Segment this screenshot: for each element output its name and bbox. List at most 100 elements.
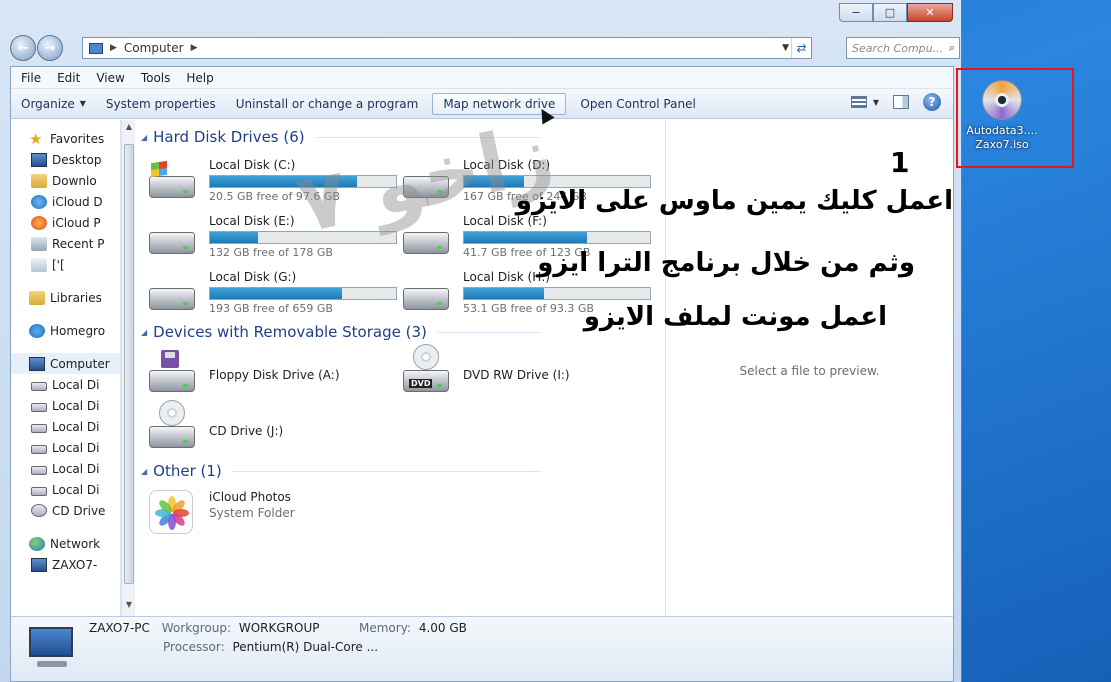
workgroup-label: Workgroup:	[161, 621, 232, 635]
nav-homegroup[interactable]: Homegro	[11, 320, 120, 341]
nav-local-disk-d[interactable]: Local Di	[11, 395, 120, 416]
drive-tile-cd-j[interactable]: CD Drive (J:)	[143, 400, 393, 456]
nav-label: Local Di	[52, 482, 100, 497]
breadcrumb-chevron-icon[interactable]: ▶	[110, 43, 117, 53]
back-arrow-icon[interactable]: ←	[10, 35, 36, 61]
address-bar[interactable]: ▶ Computer ▶ ▼ ⇄	[82, 37, 812, 59]
icloud-photos-tile[interactable]: iCloud Photos System Folder	[143, 486, 393, 536]
nav-network[interactable]: Network	[11, 533, 120, 554]
nav-local-disk-h[interactable]: Local Di	[11, 479, 120, 500]
iso-disc-icon	[982, 80, 1022, 120]
navigation-pane: ★ Favorites Desktop Downlo iCloud D iClou…	[11, 120, 121, 616]
icloud-drive-icon	[31, 194, 47, 209]
local-disk-icon	[149, 220, 195, 254]
nav-icloud-drive[interactable]: iCloud D	[11, 191, 120, 212]
refresh-icon[interactable]: ⇄	[791, 38, 811, 58]
nav-label: Local Di	[52, 398, 100, 413]
group-divider	[436, 331, 541, 333]
breadcrumb-computer[interactable]: Computer	[124, 41, 184, 55]
desktop: − □ ✕ ← → ▶ Computer ▶ ▼ ⇄ Search Compu.…	[0, 0, 1111, 682]
search-placeholder: Search Compu...	[852, 41, 944, 55]
drive-tile-g[interactable]: Local Disk (G:) 193 GB free of 659 GB	[143, 268, 397, 318]
nav-label: Homegro	[50, 323, 106, 338]
scroll-up-icon[interactable]: ▲	[122, 122, 136, 136]
caption-buttons: − □ ✕	[839, 3, 953, 22]
chevron-down-icon: ▼	[79, 99, 86, 108]
nav-icloud-photos[interactable]: iCloud P	[11, 212, 120, 233]
search-icon[interactable]: ⌕	[949, 41, 955, 55]
menu-help[interactable]: Help	[178, 71, 221, 85]
nav-scrollbar[interactable]: ▲ ▼	[121, 120, 135, 616]
menu-tools[interactable]: Tools	[133, 71, 179, 85]
address-dropdown-icon[interactable]: ▼	[782, 38, 789, 58]
menu-edit[interactable]: Edit	[49, 71, 88, 85]
collapse-triangle-icon[interactable]: ◢	[141, 328, 147, 337]
minimize-icon[interactable]: −	[839, 3, 873, 22]
nav-local-disk-e[interactable]: Local Di	[11, 416, 120, 437]
drive-usage-fill	[464, 232, 587, 243]
instruction-line-2: وثم من خلال برنامج الترا ايزو	[537, 248, 915, 278]
collapse-triangle-icon[interactable]: ◢	[141, 467, 147, 476]
nav-recent-places[interactable]: Recent P	[11, 233, 120, 254]
scroll-thumb[interactable]	[124, 144, 134, 584]
nav-label: Local Di	[52, 419, 100, 434]
nav-label: Local Di	[52, 440, 100, 455]
nav-label: Libraries	[50, 290, 102, 305]
network-icon	[29, 536, 45, 551]
nav-computer[interactable]: Computer	[11, 353, 120, 374]
help-icon[interactable]: ?	[923, 93, 941, 111]
uninstall-program-button[interactable]: Uninstall or change a program	[226, 93, 429, 115]
iso-file-name-1: Autodata3....	[966, 124, 1038, 137]
collapse-triangle-icon[interactable]: ◢	[141, 133, 147, 142]
recent-places-icon	[31, 236, 47, 251]
local-disk-icon	[31, 466, 47, 475]
open-control-panel-button[interactable]: Open Control Panel	[570, 93, 705, 115]
drive-free-space: 193 GB free of 659 GB	[209, 302, 333, 315]
preview-pane-icon[interactable]	[893, 95, 909, 109]
group-other[interactable]: ◢ Other (1)	[141, 462, 541, 480]
local-disk-icon	[31, 487, 47, 496]
preview-message: Select a file to preview.	[739, 364, 880, 378]
nav-local-disk-g[interactable]: Local Di	[11, 458, 120, 479]
details-pane: ZAXO7-PC Workgroup: WORKGROUP Memory: 4.…	[11, 616, 953, 681]
explorer-window: − □ ✕ ← → ▶ Computer ▶ ▼ ⇄ Search Compu.…	[0, 0, 962, 682]
organize-button[interactable]: Organize ▼	[11, 93, 96, 115]
nav-network-pc[interactable]: ZAXO7-	[11, 554, 120, 575]
maximize-icon[interactable]: □	[873, 3, 907, 22]
nav-local-disk-f[interactable]: Local Di	[11, 437, 120, 458]
local-disk-icon	[31, 445, 47, 454]
nav-cd-drive[interactable]: CD Drive	[11, 500, 120, 521]
nav-favorite-item[interactable]: ['[	[11, 254, 120, 275]
nav-libraries[interactable]: Libraries	[11, 287, 120, 308]
group-title: Hard Disk Drives (6)	[153, 128, 305, 146]
close-icon[interactable]: ✕	[907, 3, 953, 22]
breadcrumb-chevron-icon[interactable]: ▶	[191, 43, 198, 53]
menu-view[interactable]: View	[88, 71, 132, 85]
nav-label: iCloud P	[52, 215, 101, 230]
item-name: iCloud Photos	[209, 490, 291, 504]
drive-tile-floppy-a[interactable]: Floppy Disk Drive (A:)	[143, 350, 393, 400]
details-pc-name: ZAXO7-PC Workgroup: WORKGROUP	[89, 621, 319, 635]
nav-local-disk-c[interactable]: Local Di	[11, 374, 120, 395]
menu-file[interactable]: File	[13, 71, 49, 85]
forward-arrow-icon[interactable]: →	[37, 35, 63, 61]
scroll-down-icon[interactable]: ▼	[122, 600, 136, 614]
nav-favorites[interactable]: ★ Favorites	[11, 128, 120, 149]
nav-downloads[interactable]: Downlo	[11, 170, 120, 191]
change-view-button[interactable]: ▼	[850, 96, 879, 108]
drive-tile-dvd-i[interactable]: DVD DVD RW Drive (I:)	[397, 344, 647, 400]
network-computer-icon	[31, 557, 47, 572]
drive-usage-bar	[463, 231, 651, 244]
search-input[interactable]: Search Compu... ⌕	[846, 37, 960, 59]
processor-value: Pentium(R) Dual-Core ...	[232, 640, 379, 654]
group-removable-storage[interactable]: ◢ Devices with Removable Storage (3)	[141, 323, 541, 341]
nav-label: Favorites	[50, 131, 105, 146]
drive-name: Floppy Disk Drive (A:)	[209, 368, 340, 382]
desktop-iso-file[interactable]: Autodata3.... Zaxo7.iso	[962, 80, 1042, 152]
nav-label: Network	[50, 536, 101, 551]
system-properties-button[interactable]: System properties	[96, 93, 226, 115]
local-disk-icon	[31, 403, 47, 412]
instruction-line-3: اعمل مونت لملف الايزو	[583, 302, 887, 332]
details-memory: Memory: 4.00 GB	[359, 621, 467, 635]
nav-desktop[interactable]: Desktop	[11, 149, 120, 170]
